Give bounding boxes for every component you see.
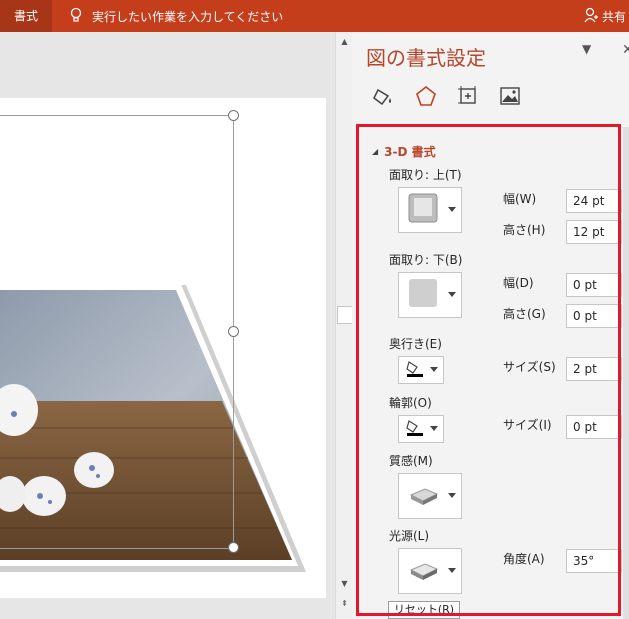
bevel-top-height-field[interactable]: 12 pt xyxy=(566,220,622,244)
contour-color-dropdown[interactable] xyxy=(398,415,444,443)
resize-handle[interactable] xyxy=(228,542,239,553)
bevel-bottom-height-field[interactable]: 0 pt xyxy=(566,304,622,328)
reset-button[interactable]: リセット(R) xyxy=(388,601,460,619)
vertical-scrollbar[interactable]: ▲ ▼ ⇞ xyxy=(335,32,353,619)
lighting-label: 光源(L) xyxy=(389,529,430,543)
paint-bucket-icon xyxy=(405,417,425,441)
bevel-top-width-field[interactable]: 24 pt xyxy=(566,189,622,213)
ribbon-bar: 書式 実行したい作業を入力してください 共有 xyxy=(0,0,629,32)
bevel-none-icon xyxy=(407,277,439,313)
contour-label: 輪郭(O) xyxy=(389,396,432,410)
bevel-top-width-label: 幅(W) xyxy=(503,192,537,206)
picture-icon[interactable] xyxy=(496,82,524,110)
pane-title: 図の書式設定 xyxy=(366,46,486,70)
lighting-angle-label: 角度(A) xyxy=(503,552,545,566)
collapse-triangle-icon: ◢ xyxy=(372,147,379,156)
tell-me-box[interactable]: 実行したい作業を入力してください xyxy=(70,0,283,32)
size-properties-icon[interactable] xyxy=(454,82,482,110)
bevel-top-height-label: 高さ(H) xyxy=(503,223,546,237)
fill-bucket-icon[interactable] xyxy=(370,82,398,110)
pane-options-button[interactable]: ▼ xyxy=(582,42,591,56)
lighting-dropdown[interactable] xyxy=(398,548,462,594)
paint-bucket-icon xyxy=(405,358,425,382)
selection-frame xyxy=(0,115,234,549)
bevel-preset-icon xyxy=(407,192,439,228)
scroll-up-button[interactable]: ▲ xyxy=(338,36,351,48)
lighting-angle-field[interactable]: 35° xyxy=(566,549,622,573)
bevel-bottom-width-field[interactable]: 0 pt xyxy=(566,273,622,297)
material-label: 質感(M) xyxy=(389,454,433,468)
bevel-bottom-height-label: 高さ(G) xyxy=(503,307,546,321)
bevel-bottom-width-label: 幅(D) xyxy=(503,276,534,290)
bevel-top-dropdown[interactable] xyxy=(398,187,462,233)
bevel-bottom-dropdown[interactable] xyxy=(398,272,462,318)
pane-tabs xyxy=(370,82,524,110)
bevel-bottom-label: 面取り: 下(B) xyxy=(389,253,463,267)
pentagon-effects-icon[interactable] xyxy=(412,82,440,110)
close-icon[interactable]: ✕ xyxy=(622,42,629,58)
pane-scrollbar[interactable] xyxy=(623,127,629,619)
share-button[interactable]: 共有 xyxy=(584,0,626,32)
section-title: 3-D 書式 xyxy=(384,145,436,159)
scroll-thumb[interactable] xyxy=(337,306,353,324)
lighting-preset-icon xyxy=(407,554,441,588)
depth-color-dropdown[interactable] xyxy=(398,356,444,384)
bevel-top-label: 面取り: 上(T) xyxy=(389,168,462,182)
depth-size-label: サイズ(S) xyxy=(503,360,556,374)
slide-canvas xyxy=(0,32,335,598)
material-dropdown[interactable] xyxy=(398,473,462,519)
tab-format[interactable]: 書式 xyxy=(0,0,52,32)
tell-me-text: 実行したい作業を入力してください xyxy=(92,9,284,24)
resize-handle[interactable] xyxy=(228,326,239,337)
depth-size-field[interactable]: 2 pt xyxy=(566,357,622,381)
contour-size-field[interactable]: 0 pt xyxy=(566,415,622,439)
contour-size-label: サイズ(I) xyxy=(503,418,552,432)
depth-label: 奥行き(E) xyxy=(389,337,442,351)
section-3d-format[interactable]: ◢ 3-D 書式 xyxy=(372,143,436,160)
resize-handle[interactable] xyxy=(228,110,239,121)
person-icon xyxy=(584,7,598,26)
share-label: 共有 xyxy=(602,9,627,24)
previous-slide-button[interactable]: ⇞ xyxy=(338,598,351,610)
material-preset-icon xyxy=(407,479,441,513)
scroll-down-button[interactable]: ▼ xyxy=(338,578,351,590)
lightbulb-icon xyxy=(70,7,82,26)
slide xyxy=(0,98,326,598)
